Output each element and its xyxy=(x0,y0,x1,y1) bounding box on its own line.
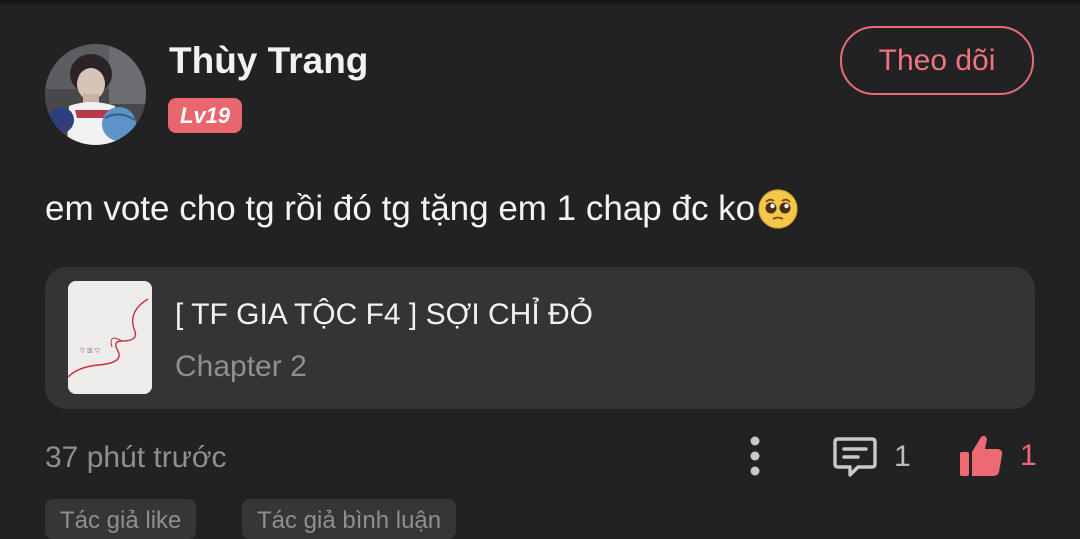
level-label: Lv19 xyxy=(180,102,231,128)
comment-body: em vote cho tg rồi đó tg tặng em 1 chap … xyxy=(45,188,799,230)
thumbs-up-icon xyxy=(960,435,1003,476)
svg-text:♡ ꕥ ♡: ♡ ꕥ ♡ xyxy=(80,347,100,355)
story-cover: ♡ ꕥ ♡ xyxy=(68,281,152,394)
more-options-button[interactable] xyxy=(737,434,773,478)
comment-bubble-icon xyxy=(833,437,877,477)
top-divider-shadow xyxy=(0,0,1080,6)
follow-button[interactable]: Theo dõi xyxy=(840,26,1034,95)
pleading-face-emoji xyxy=(758,189,798,229)
username[interactable]: Thùy Trang xyxy=(169,40,368,82)
like-button[interactable]: 1 xyxy=(958,431,1037,481)
red-thread-cover-image: ♡ ꕥ ♡ xyxy=(68,281,152,394)
reply-button[interactable]: 1 xyxy=(832,433,911,481)
comment-text: em vote cho tg rồi đó tg tặng em 1 chap … xyxy=(45,189,756,228)
follow-button-label: Theo dõi xyxy=(878,43,996,77)
avatar-image xyxy=(45,44,146,145)
comment-item: Thùy Trang Lv19 Theo dõi em vote cho tg … xyxy=(0,0,1080,539)
story-title: [ TF GIA TỘC F4 ] SỢI CHỈ ĐỎ xyxy=(175,298,594,331)
author-commented-tag[interactable]: Tác giả bình luận xyxy=(242,499,457,539)
reply-count: 1 xyxy=(894,440,911,473)
comment-timestamp: 37 phút trước xyxy=(45,441,227,474)
linked-chapter-card[interactable]: ♡ ꕥ ♡ [ TF GIA TỘC F4 ] SỢI CHỈ ĐỎ Chapt… xyxy=(45,267,1035,409)
user-avatar[interactable] xyxy=(45,44,146,145)
like-count: 1 xyxy=(1020,439,1037,472)
level-badge: Lv19 xyxy=(168,98,243,133)
vertical-dots-icon xyxy=(750,436,760,476)
chapter-name: Chapter 2 xyxy=(175,350,307,383)
author-liked-tag[interactable]: Tác giả like xyxy=(45,499,197,539)
